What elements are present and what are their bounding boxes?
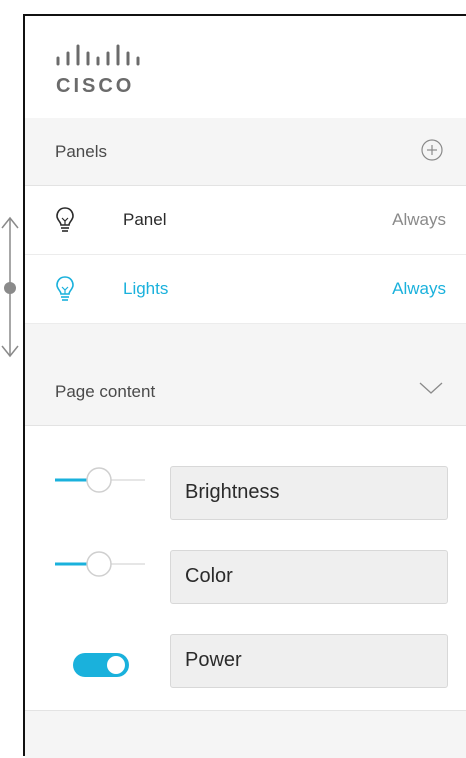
cisco-logo-icon: [56, 44, 140, 66]
left-gutter: [0, 0, 24, 756]
panels-section-header: Panels: [25, 118, 466, 186]
lightbulb-icon: [55, 206, 75, 239]
widget-name-text: Power: [185, 649, 242, 671]
editor-frame: CISCO Panels Panel Always Lights Always …: [0, 0, 466, 758]
panel-list-item-panel[interactable]: Panel Always: [25, 186, 466, 255]
panel-footer: [25, 711, 466, 758]
brand-wordmark: CISCO: [56, 75, 135, 97]
panel-item-visibility: Always: [392, 279, 446, 298]
resize-handle[interactable]: [0, 214, 22, 360]
editor-panel: CISCO Panels Panel Always Lights Always …: [23, 14, 466, 758]
plus-circle-icon[interactable]: [420, 138, 444, 167]
widget-name-field[interactable]: Color: [170, 550, 448, 604]
widget-name-field[interactable]: Brightness: [170, 466, 448, 520]
brightness-slider[interactable]: [55, 465, 145, 495]
panel-item-name: Panel: [123, 210, 167, 229]
panel-item-name: Lights: [123, 279, 169, 298]
page-content-section-header[interactable]: Page content: [25, 358, 466, 426]
panels-section-title: Panels: [55, 142, 107, 161]
widget-name-text: Color: [185, 565, 233, 587]
chevron-down-icon[interactable]: [418, 380, 444, 401]
widget-name-text: Brightness: [185, 481, 280, 503]
brand-header: CISCO: [25, 16, 466, 119]
color-slider[interactable]: [55, 549, 145, 579]
page-content-widgets: Brightness Color Power: [25, 426, 466, 711]
power-toggle[interactable]: [71, 650, 131, 680]
panel-item-visibility: Always: [392, 210, 446, 229]
page-content-section-title: Page content: [55, 382, 156, 401]
lightbulb-icon: [55, 275, 75, 308]
section-spacer: [25, 324, 466, 358]
widget-name-field[interactable]: Power: [170, 634, 448, 688]
panel-list-item-lights[interactable]: Lights Always: [25, 255, 466, 324]
